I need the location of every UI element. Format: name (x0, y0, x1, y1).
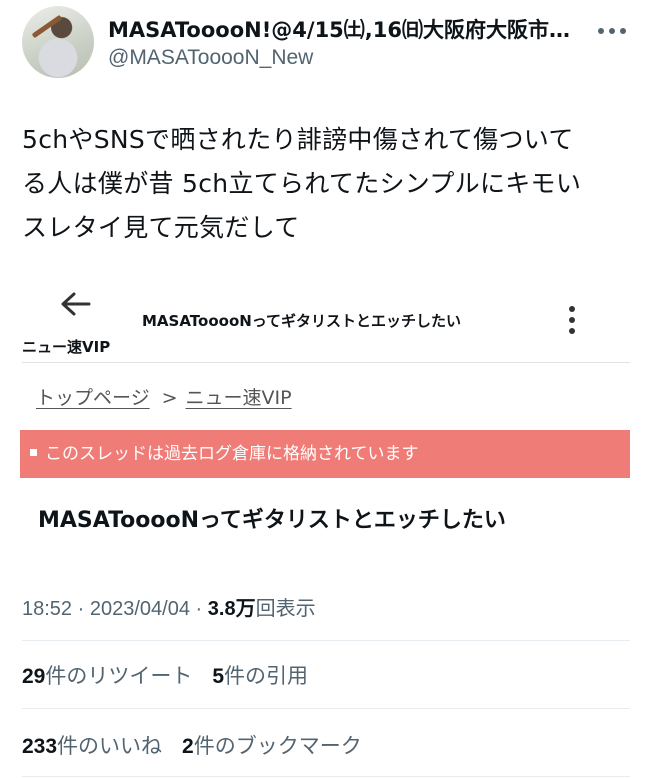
bookmarks-count: 2 (182, 735, 194, 758)
stats-row-2: 233件のいいね 2件のブックマーク (22, 730, 382, 760)
views-label: 回表示 (255, 598, 316, 620)
quotes-count: 5 (212, 665, 225, 688)
breadcrumb-top-page: トップページ (36, 387, 150, 409)
bookmarks-stat[interactable]: 2件のブックマーク (182, 734, 362, 758)
tweet-line: る人は僕が昔 5ch立てられてたシンプルにキモい (22, 169, 582, 198)
square-bullet-icon (30, 448, 37, 456)
retweets-stat[interactable]: 29件のリツイート (22, 664, 192, 688)
display-name[interactable]: MASATooooN!@4/15㈯,16㈰大阪府大阪市… (108, 14, 588, 44)
stats-row-1: 29件のリツイート 5件の引用 (22, 660, 328, 690)
quotes-label: 件の引用 (224, 664, 309, 688)
avatar[interactable] (22, 6, 94, 78)
archive-notice-text: このスレッドは過去ログ倉庫に格納されています (45, 444, 419, 464)
breadcrumb-separator: > (161, 387, 178, 409)
embedded-board-name: ニュー速VIP (22, 338, 111, 356)
archive-notice: このスレッドは過去ログ倉庫に格納されています (20, 430, 630, 478)
views-count: 3.8万 (207, 598, 256, 620)
divider (22, 640, 630, 641)
retweets-label: 件のリツイート (45, 664, 193, 688)
tweet-line: 5chやSNSで晒されたり誹謗中傷されて傷ついて (22, 125, 574, 154)
quotes-stat[interactable]: 5件の引用 (212, 664, 308, 688)
tweet-time[interactable]: 18:52 (22, 598, 72, 620)
divider (22, 776, 630, 777)
meta-dot: · (77, 598, 85, 620)
meta-dot: · (195, 598, 203, 620)
divider (22, 362, 630, 363)
arrow-left-icon (58, 290, 92, 318)
thread-title: MASATooooNってギタリストとエッチしたい (38, 508, 506, 533)
embedded-header-title: MASATooooNってギタリストとエッチしたい (142, 312, 462, 330)
tweet-line: スレタイ見て元気だして (22, 213, 300, 242)
tweet-meta: 18:52 · 2023/04/04 · 3.8万回表示 (22, 592, 316, 621)
more-horizontal-icon[interactable] (596, 26, 628, 36)
avatar-guitar (31, 14, 63, 39)
tweet-date[interactable]: 2023/04/04 (90, 598, 190, 620)
bookmarks-label: 件のブックマーク (193, 734, 362, 758)
divider (22, 708, 630, 709)
likes-count: 233 (22, 735, 58, 758)
retweets-count: 29 (22, 665, 46, 688)
breadcrumb-board: ニュー速VIP (185, 387, 292, 409)
likes-stat[interactable]: 233件のいいね (22, 734, 162, 758)
breadcrumb: トップページ > ニュー速VIP (36, 383, 292, 410)
tweet-text: 5chやSNSで晒されたり誹謗中傷されて傷ついて る人は僕が昔 5ch立てられて… (22, 118, 622, 250)
more-vertical-icon (566, 306, 578, 336)
likes-label: 件のいいね (57, 734, 163, 758)
handle[interactable]: @MASATooooN_New (108, 46, 313, 70)
